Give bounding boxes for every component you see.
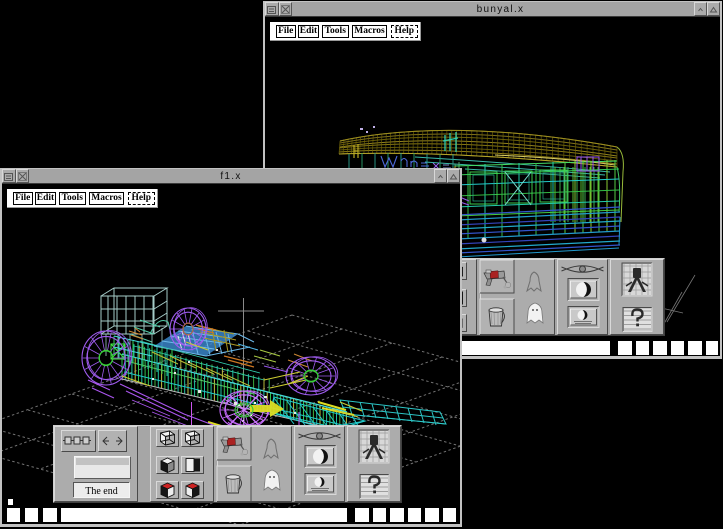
svg-text:The end: The end: [85, 486, 118, 497]
